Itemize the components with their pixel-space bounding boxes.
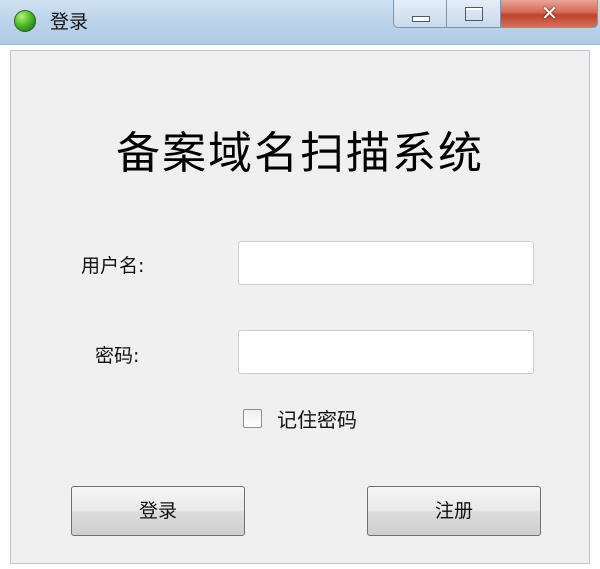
remember-password-label[interactable]: 记住密码 bbox=[277, 406, 357, 434]
maximize-icon bbox=[465, 7, 483, 21]
minimize-icon bbox=[412, 16, 430, 22]
window-title: 登录 bbox=[50, 11, 89, 33]
minimize-button[interactable] bbox=[393, 0, 447, 28]
login-button[interactable]: 登录 bbox=[71, 486, 245, 536]
password-input[interactable] bbox=[238, 330, 534, 374]
username-label: 用户名: bbox=[81, 255, 145, 277]
close-button[interactable]: ✕ bbox=[501, 0, 598, 28]
maximize-button[interactable] bbox=[447, 0, 501, 28]
page-title: 备案域名扫描系统 bbox=[116, 128, 484, 179]
title-bar[interactable]: 登录 ✕ bbox=[0, 0, 600, 45]
remember-password-checkbox[interactable] bbox=[243, 409, 262, 428]
register-button[interactable]: 注册 bbox=[367, 486, 541, 536]
app-icon bbox=[14, 10, 36, 32]
password-label: 密码: bbox=[95, 345, 140, 367]
username-input[interactable] bbox=[238, 241, 534, 285]
close-icon: ✕ bbox=[541, 1, 558, 25]
login-form: 备案域名扫描系统 用户名: 密码: 记住密码 登录 注册 bbox=[10, 50, 590, 564]
